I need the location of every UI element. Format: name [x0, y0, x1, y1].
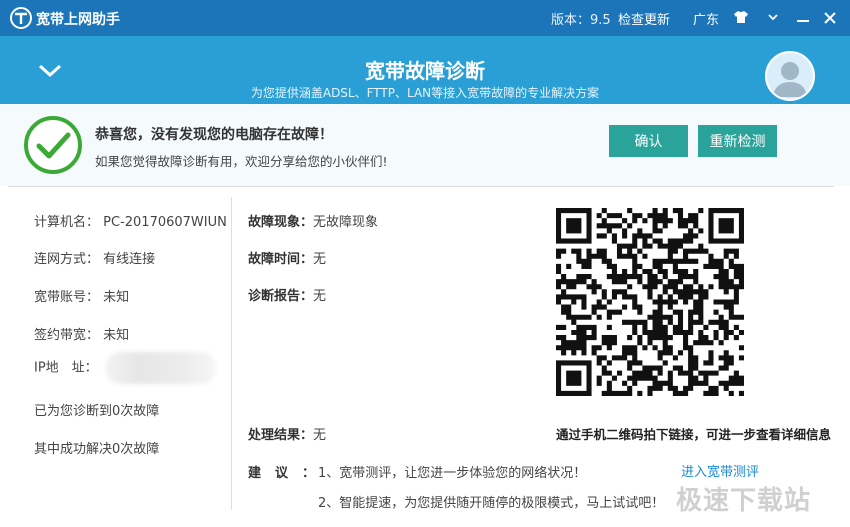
connection-label: 连网方式：: [34, 252, 100, 267]
diagnosed-count: 已为您诊断到0次故障: [34, 404, 160, 419]
connection-value: 有线连接: [103, 252, 156, 267]
fault-symptom-row: 故障现象：无故障现象: [248, 211, 378, 230]
header-banner: 宽带故障诊断 为您提供涵盖ADSL、FTTP、LAN等接入宽带故障的专业解决方案: [0, 36, 850, 104]
fault-symptom-value: 无故障现象: [313, 215, 379, 230]
close-icon[interactable]: [822, 10, 838, 26]
check-update-link[interactable]: 检查更新: [618, 9, 670, 28]
computer-name-value: PC-20170607WIUN: [103, 215, 227, 230]
bandwidth-row: 签约带宽： 未知: [34, 324, 129, 343]
fault-time-label: 故障时间：: [248, 252, 314, 267]
account-label: 宽带账号：: [34, 290, 100, 305]
watermark-logo: 极速下载站: [676, 486, 812, 516]
fault-time-value: 无: [313, 252, 327, 267]
minimize-icon[interactable]: [795, 8, 811, 26]
title-bar: 宽带上网助手 版本：9.5 检查更新 广东: [0, 0, 850, 36]
result-panel: 恭喜您，没有发现您的电脑存在故障！ 如果您觉得故障诊断有用，欢迎分享给您的小伙伴…: [0, 104, 850, 186]
app-logo-icon: [10, 7, 32, 29]
result-title: 恭喜您，没有发现您的电脑存在故障！: [95, 127, 333, 143]
column-divider: [231, 197, 232, 510]
suggestion-label: 建议：: [248, 466, 330, 481]
retest-button[interactable]: 重新检测: [698, 125, 777, 157]
computer-name-row: 计算机名： PC-20170607WIUN: [34, 211, 227, 230]
divider: [8, 186, 834, 187]
diagnosis-report-label: 诊断报告：: [248, 289, 314, 304]
region-selector[interactable]: 广东: [693, 9, 719, 28]
app-title: 宽带上网助手: [36, 12, 120, 28]
ip-value-redacted: [105, 352, 216, 384]
diagnosis-report-value: 无: [313, 289, 327, 304]
confirm-button[interactable]: 确认: [609, 125, 688, 157]
speed-test-link[interactable]: 进入宽带测评: [681, 461, 759, 480]
bandwidth-value: 未知: [103, 328, 130, 343]
menu-dropdown-icon[interactable]: [768, 13, 778, 21]
account-row: 宽带账号： 未知: [34, 286, 129, 305]
suggestion-item: 1、宽带测评，让您进一步体验您的网络状况！: [318, 466, 587, 481]
page-subtitle: 为您提供涵盖ADSL、FTTP、LAN等接入宽带故障的专业解决方案: [250, 86, 600, 100]
handling-result-value: 无: [313, 428, 327, 443]
user-icon: [773, 62, 807, 97]
qr-caption: 通过手机二维码拍下链接，可进一步查看详细信息: [556, 427, 832, 442]
computer-name-label: 计算机名：: [34, 215, 100, 230]
solved-count: 其中成功解决0次故障: [34, 442, 160, 457]
avatar[interactable]: [765, 51, 815, 101]
skin-shirt-icon[interactable]: [733, 10, 749, 24]
fault-time-row: 故障时间：无: [248, 248, 326, 267]
handling-result-label: 处理结果：: [248, 428, 314, 443]
account-value: 未知: [103, 290, 130, 305]
diagnosis-report-row: 诊断报告：无: [248, 285, 326, 304]
ip-row: IP地 址：: [34, 352, 216, 384]
result-subtitle: 如果您觉得故障诊断有用，欢迎分享给您的小伙伴们!: [95, 154, 388, 169]
check-circle-icon: [24, 116, 82, 174]
bandwidth-label: 签约带宽：: [34, 328, 100, 343]
handling-result-row: 处理结果：无: [248, 424, 326, 443]
version-label: 版本：9.5: [551, 13, 611, 28]
ip-label: IP地 址：: [34, 360, 98, 376]
qr-code: [556, 208, 744, 396]
page-title: 宽带故障诊断: [365, 59, 485, 83]
connection-row: 连网方式： 有线连接: [34, 248, 155, 267]
fault-symptom-label: 故障现象：: [248, 215, 314, 230]
suggestion-item: 2、智能提速，为您提供随开随停的极限模式，马上试试吧！: [318, 496, 665, 511]
